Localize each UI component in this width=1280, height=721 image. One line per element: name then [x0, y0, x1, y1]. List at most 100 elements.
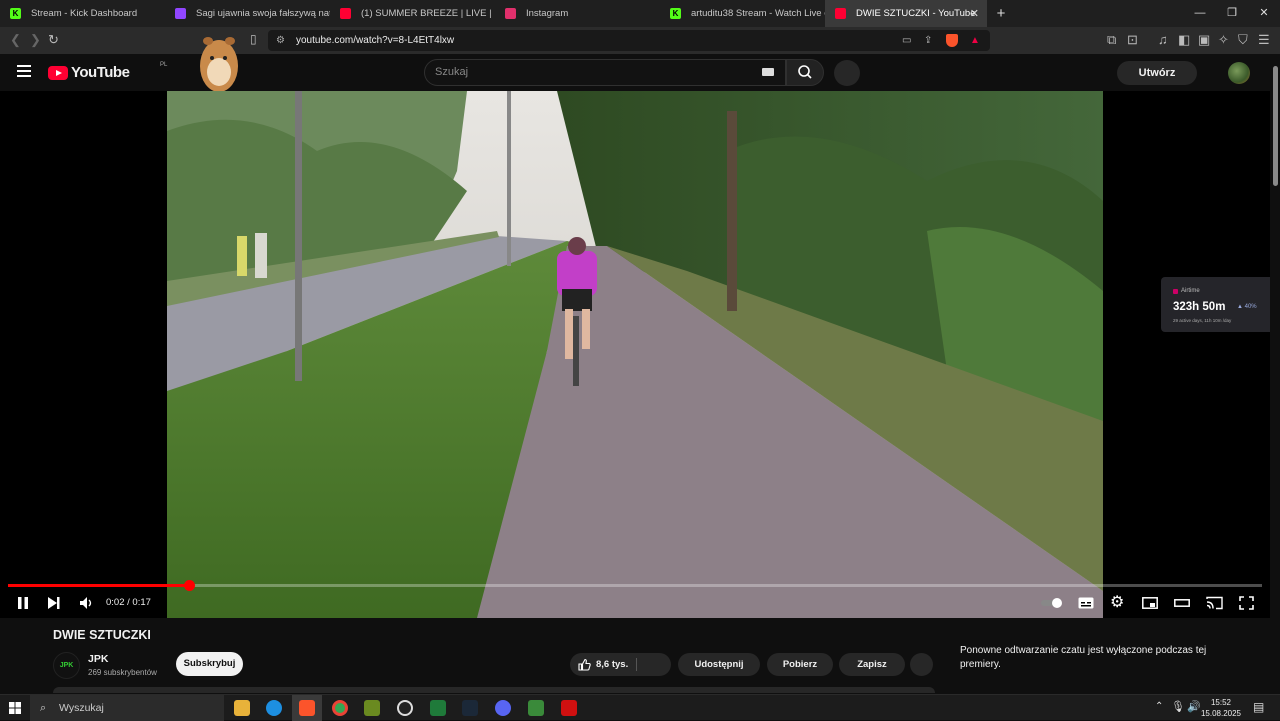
scrollbar-thumb[interactable]	[1273, 66, 1278, 186]
steam-icon[interactable]	[462, 700, 478, 716]
minimize-icon[interactable]: —	[1184, 0, 1216, 27]
save-button[interactable]: Zapisz	[839, 653, 905, 676]
subscribe-button[interactable]: Subskrybuj	[176, 652, 243, 676]
hamster-sticker	[200, 37, 238, 92]
system-clock[interactable]: 15:52 15.08.2025	[1198, 697, 1244, 719]
region-code: PL	[160, 62, 168, 68]
app-icon[interactable]	[430, 700, 446, 716]
browser-tab[interactable]: K Stream - Kick Dashboard	[0, 0, 165, 27]
tray-chevron-icon[interactable]: ⌃	[1155, 701, 1163, 712]
restore-icon[interactable]: ❐	[1216, 0, 1248, 27]
wallet-icon[interactable]: ▣	[1198, 32, 1210, 48]
channel-name[interactable]: JPK	[88, 653, 108, 665]
chrome-icon[interactable]	[332, 700, 348, 716]
address-bar[interactable]: ⚙ youtube.com/watch?v=8-L4EtT4lxw ▭ ⇪ ▲	[268, 30, 990, 51]
avatar[interactable]	[1228, 62, 1250, 84]
browser-tab[interactable]: DWIE SZTUCZKI - YouTube ✕	[825, 0, 987, 27]
youtube-logo-text: YouTube	[71, 64, 130, 81]
browser-tab[interactable]: Instagram	[495, 0, 660, 27]
video-frame[interactable]	[167, 91, 1103, 618]
vpn-icon[interactable]: ⛉	[1238, 32, 1248, 48]
dislike-button[interactable]	[643, 654, 665, 675]
cast-page-icon[interactable]: ▭	[902, 30, 911, 51]
forward-icon[interactable]: ❯	[30, 32, 41, 48]
search-button[interactable]	[786, 59, 824, 86]
like-icon[interactable]	[578, 658, 591, 671]
airtime-change: ▲ 40%	[1237, 304, 1257, 310]
app-icon[interactable]	[528, 700, 544, 716]
app-icon[interactable]	[561, 700, 577, 716]
screenshot-icon[interactable]: ⊡	[1127, 32, 1138, 48]
bookmark-icon[interactable]: ▯	[250, 32, 257, 46]
brave-shields-icon[interactable]	[946, 34, 958, 47]
app-icon[interactable]	[364, 700, 380, 716]
obs-icon[interactable]	[397, 700, 413, 716]
guide-menu-icon[interactable]	[17, 65, 31, 77]
leo-ai-icon[interactable]: ✧	[1218, 32, 1229, 48]
reload-icon[interactable]: ↻	[48, 32, 59, 48]
youtube-logo[interactable]: YouTube PL	[48, 62, 167, 81]
voice-search-button[interactable]	[834, 60, 860, 86]
tab-favicon-icon	[340, 8, 351, 19]
description-box[interactable]	[53, 687, 935, 693]
airtime-label: Airtime	[1181, 288, 1200, 294]
cast-icon[interactable]	[1206, 596, 1223, 610]
tab-strip: K Stream - Kick Dashboard Sagi ujawnia swo…	[0, 0, 987, 27]
brave-rewards-icon[interactable]: ▲	[970, 30, 980, 51]
close-tab-icon[interactable]: ✕	[970, 7, 979, 20]
close-window-icon[interactable]: ✕	[1248, 0, 1280, 27]
edge-icon[interactable]	[266, 700, 282, 716]
taskbar-search[interactable]: ⌕ Wyszukaj	[30, 695, 224, 721]
next-icon[interactable]	[47, 596, 61, 610]
share-button[interactable]: Udostępnij	[678, 653, 760, 676]
tab-title: DWIE SZTUCZKI - YouTube	[856, 8, 976, 19]
theater-mode-icon[interactable]	[1174, 596, 1190, 610]
tab-favicon-icon	[835, 8, 846, 19]
microphone-icon[interactable]: 🎙	[1171, 700, 1185, 713]
brave-icon	[299, 700, 315, 716]
search-input[interactable]: Szukaj	[424, 59, 786, 86]
subtitles-icon[interactable]	[1078, 596, 1094, 610]
new-tab-button[interactable]: +	[987, 5, 1015, 22]
youtube-header: YouTube PL Szukaj Utwórz	[0, 54, 1280, 91]
create-button[interactable]: Utwórz	[1117, 61, 1197, 85]
tab-title: artuditu38 Stream - Watch Live on Ki	[691, 8, 825, 19]
windows-start-icon[interactable]	[9, 702, 21, 714]
tab-title: (1) SUMMER BREEZE | LIVE | Blind Gu	[361, 8, 495, 19]
video-player[interactable]: Airtime 323h 50m ▲ 40% 29 active days, 1…	[0, 91, 1270, 618]
browser-tab[interactable]: Kartuditu38 Stream - Watch Live on Ki	[660, 0, 825, 27]
more-actions-button[interactable]	[910, 653, 933, 676]
download-button[interactable]: Pobierz	[767, 653, 833, 676]
extensions-icon[interactable]: ⧉	[1107, 32, 1116, 48]
share-page-icon[interactable]: ⇪	[924, 30, 932, 51]
sidebar-icon[interactable]: ◧	[1178, 32, 1190, 48]
keyboard-icon[interactable]	[762, 68, 774, 76]
time-display: 0:02 / 0:17	[106, 597, 151, 608]
browser-tab[interactable]: Sagi ujawnia swoja fałszywą nature ·	[165, 0, 330, 27]
volume-icon[interactable]	[79, 596, 94, 610]
like-dislike-group: 8,6 tys.	[570, 653, 671, 676]
pause-icon[interactable]	[16, 596, 30, 610]
browser-menu-icon[interactable]: ☰	[1258, 32, 1270, 48]
channel-avatar[interactable]: JPK	[53, 652, 80, 679]
media-icon[interactable]: ♫	[1158, 32, 1168, 47]
clock-date: 15.08.2025	[1200, 709, 1242, 718]
browser-tab-bar: K Stream - Kick Dashboard Sagi ujawnia swo…	[0, 0, 1280, 27]
site-settings-icon[interactable]: ⚙	[276, 30, 285, 51]
autoplay-toggle[interactable]	[1041, 597, 1065, 609]
notifications-icon[interactable]: ▤	[1253, 700, 1264, 714]
like-count[interactable]: 8,6 tys.	[596, 653, 628, 676]
fullscreen-icon[interactable]	[1239, 596, 1254, 610]
browser-tab[interactable]: (1) SUMMER BREEZE | LIVE | Blind Gu	[330, 0, 495, 27]
settings-gear-icon[interactable]: ⚙	[1110, 592, 1124, 612]
browser-toolbar: ❮ ❯ ↻ ▯ ⚙ youtube.com/watch?v=8-L4EtT4lx…	[0, 27, 1280, 54]
miniplayer-icon[interactable]	[1142, 596, 1158, 610]
tab-favicon-icon	[175, 8, 186, 19]
progress-bar[interactable]	[8, 580, 1262, 591]
taskbar-search-icon: ⌕	[40, 702, 47, 714]
taskbar-active-app[interactable]	[292, 695, 322, 721]
back-icon[interactable]: ❮	[10, 32, 21, 48]
file-explorer-icon[interactable]	[234, 700, 250, 716]
discord-icon[interactable]	[495, 700, 511, 716]
page-scrollbar[interactable]	[1270, 54, 1280, 694]
